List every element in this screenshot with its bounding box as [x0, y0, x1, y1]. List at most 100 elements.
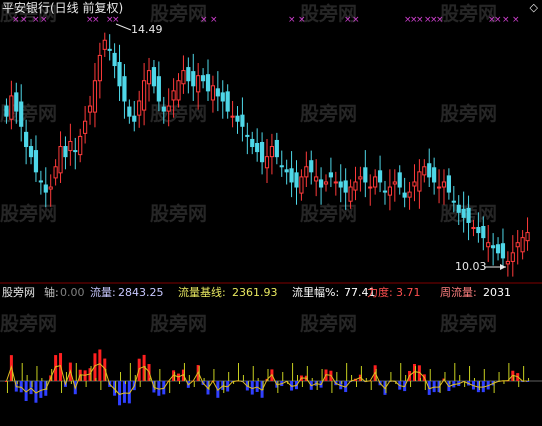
- signal-marker: ×: [512, 15, 520, 25]
- candle-body: [196, 75, 201, 93]
- amp-label: 流里幅%:: [292, 286, 340, 299]
- flow-bar: [255, 381, 259, 392]
- candle-body: [176, 80, 181, 101]
- candle-body: [210, 85, 216, 101]
- candle-body: [451, 200, 456, 203]
- weekly-label: 周流量:: [440, 286, 477, 299]
- candle-body: [510, 252, 515, 262]
- candle-body: [215, 88, 220, 97]
- watermark-text: 股旁网: [0, 202, 57, 225]
- candle-body: [486, 242, 491, 248]
- candle-body: [314, 176, 319, 182]
- candle-body: [97, 54, 102, 82]
- candle-body: [255, 142, 260, 153]
- candle-body: [230, 115, 235, 118]
- candle-body: [436, 186, 442, 189]
- candle-body: [446, 175, 451, 193]
- candle-body: [491, 245, 496, 249]
- signal-marker: ×: [20, 15, 28, 25]
- candle-body: [279, 165, 284, 168]
- candle-body: [161, 106, 166, 112]
- candle-body: [73, 150, 78, 153]
- watermark-text: 股旁网: [150, 2, 207, 25]
- watermark-text: 股旁网: [150, 312, 207, 335]
- expand-diamond-icon[interactable]: ◇: [530, 2, 538, 14]
- candle-body: [333, 181, 338, 184]
- candle-body: [68, 140, 73, 152]
- signal-marker: ×: [200, 15, 208, 25]
- candle-body: [43, 184, 48, 193]
- candlestick-series: [4, 32, 530, 277]
- candle-body: [264, 156, 270, 169]
- candle-body: [289, 168, 294, 183]
- signal-marker: ×: [112, 15, 120, 25]
- chart-title: 平安银行(日线 前复权): [2, 1, 124, 15]
- signal-marker: ×: [436, 15, 444, 25]
- candle-body: [142, 80, 147, 111]
- candle-body: [9, 95, 14, 120]
- signal-marker: ×: [92, 15, 100, 25]
- candle-body: [392, 181, 397, 185]
- candle-body: [240, 114, 245, 127]
- candle-body: [427, 163, 432, 178]
- top-markers: × × × × ×× ×× × × × × × × ××× ××× ×× × ×: [12, 15, 520, 25]
- candle-body: [304, 166, 309, 178]
- candle-body: [466, 207, 471, 223]
- candle-body: [28, 146, 34, 158]
- candle-body: [200, 75, 206, 82]
- watermark-text: 股旁网: [300, 202, 357, 225]
- candle-body: [382, 190, 388, 193]
- candle-body: [318, 179, 324, 188]
- candle-body: [471, 227, 476, 230]
- signal-marker: ×: [494, 15, 502, 25]
- flow-value: 2843.25: [118, 286, 164, 299]
- candle-body: [417, 171, 422, 192]
- candle-body: [412, 181, 417, 187]
- candle-body: [348, 186, 353, 202]
- candle-body: [14, 92, 19, 112]
- axis-value: 0.00: [60, 286, 85, 299]
- candle-body: [397, 172, 402, 188]
- candle-body: [259, 141, 265, 163]
- candle-body: [146, 70, 152, 85]
- candle-body: [387, 186, 392, 196]
- candle-body: [4, 105, 9, 117]
- price-annotations: 14.49 10.03: [115, 23, 506, 273]
- candle-body: [53, 166, 58, 179]
- candle-body: [102, 39, 107, 50]
- candle-body: [83, 120, 88, 134]
- signal-marker: ×: [344, 15, 352, 25]
- watermark-text: 股旁网: [0, 312, 57, 335]
- candle-body: [151, 67, 157, 87]
- signal-marker: ×: [298, 15, 306, 25]
- stock-chart-window: 股旁网 股旁网 股旁网 股旁网 股旁网 股旁网 股旁网 股旁网 股旁网 股旁网 股旁网 股旁网 股旁网股…: [0, 0, 542, 426]
- candle-body: [481, 225, 486, 239]
- watermark-text: 股旁网: [300, 102, 357, 125]
- candle-body: [402, 192, 407, 198]
- candle-body: [92, 80, 98, 113]
- candle-body: [122, 76, 127, 102]
- candle-body: [171, 90, 176, 101]
- candle-body: [432, 167, 437, 183]
- candle-body: [505, 260, 510, 265]
- candle-body: [87, 105, 93, 113]
- low-price-label: 10.03: [455, 260, 487, 273]
- candle-body: [107, 48, 112, 51]
- weekly-value: 2031: [483, 286, 511, 299]
- flow-bar: [432, 381, 436, 393]
- candle-body: [328, 172, 334, 178]
- candle-body: [156, 76, 161, 102]
- candle-body: [500, 243, 506, 259]
- candle-body: [377, 170, 383, 183]
- candle-body: [235, 115, 240, 122]
- indicator-name[interactable]: 股旁网: [2, 285, 35, 301]
- candle-body: [205, 74, 211, 92]
- candle-body: [78, 135, 83, 156]
- watermark-text: 股旁网: [150, 202, 207, 225]
- candle-body: [363, 167, 368, 183]
- candle-body: [299, 176, 304, 194]
- candle-body: [191, 71, 196, 87]
- candle-body: [127, 106, 132, 117]
- candle-body: [323, 181, 329, 185]
- base-value: 2361.93: [232, 286, 278, 299]
